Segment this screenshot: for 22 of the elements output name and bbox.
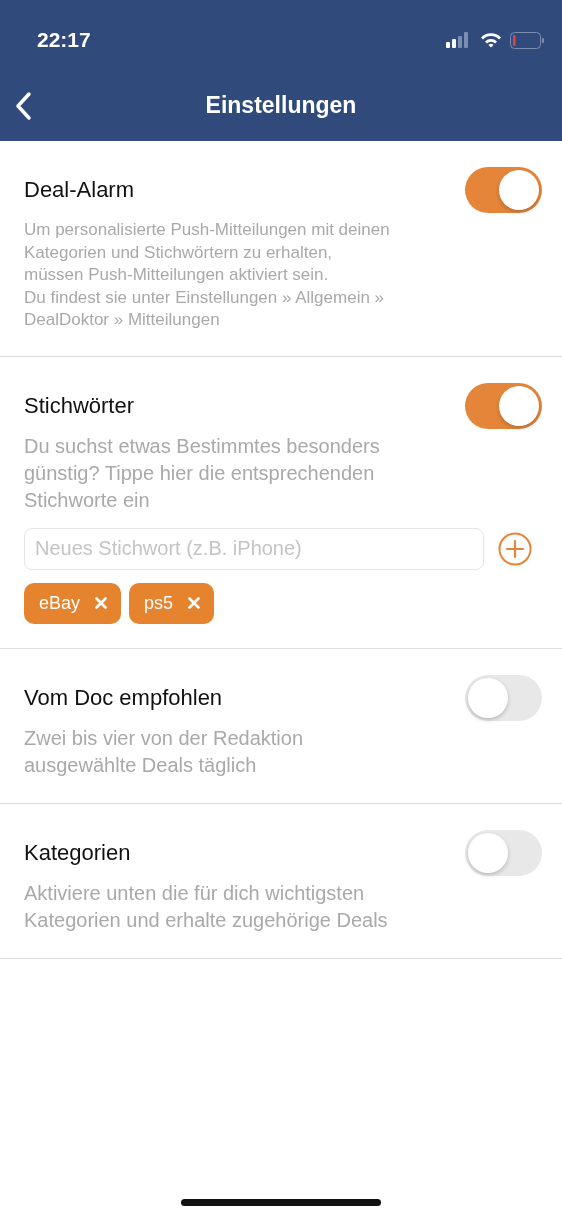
- screen-title: Einstellungen: [205, 92, 357, 119]
- toggle-switch[interactable]: [465, 829, 542, 876]
- setting-title: Deal-Alarm: [24, 177, 135, 203]
- battery-icon: [510, 31, 544, 49]
- setting-title: Kategorien: [24, 839, 131, 866]
- close-icon[interactable]: [188, 597, 201, 609]
- add-button[interactable]: [498, 531, 532, 566]
- setting-description: Zwei bis vier von der Redaktion ausgewählte Deals täglich: [24, 725, 304, 778]
- setting-description: Du suchst etwas Bestimmtes besonders günstig? Tippe hier die entsprechenden Stichworte ein: [24, 433, 381, 513]
- status-time: 22:17: [37, 28, 91, 52]
- toggle-switch[interactable]: [465, 167, 542, 213]
- close-icon[interactable]: [95, 597, 108, 609]
- toggle-switch[interactable]: [465, 674, 542, 721]
- keyword-tag[interactable]: eBay: [24, 582, 122, 624]
- setting-description: Um personalisierte Push-Mitteilungen mit deinen Kategorien und Stichwörtern zu erhalten, müssen Push-Mitteilungen aktiviert sein. Du findest sie unter Einstellungen » Allgemein » DealDoktor » Mitteilungen: [24, 219, 391, 331]
- toggle-switch[interactable]: [465, 382, 542, 429]
- keyword-tag[interactable]: ps5: [129, 582, 215, 624]
- setting-title: Stichwörter: [24, 392, 135, 419]
- keyword-field[interactable]: Neues Stichwort (z.B. iPhone): [24, 527, 484, 570]
- setting-title: Vom Doc empfohlen: [24, 684, 223, 711]
- wifi-icon: [480, 32, 502, 48]
- setting-description: Aktiviere unten die für dich wichtigsten Kategorien und erhalte zugehörige Deals: [24, 880, 389, 933]
